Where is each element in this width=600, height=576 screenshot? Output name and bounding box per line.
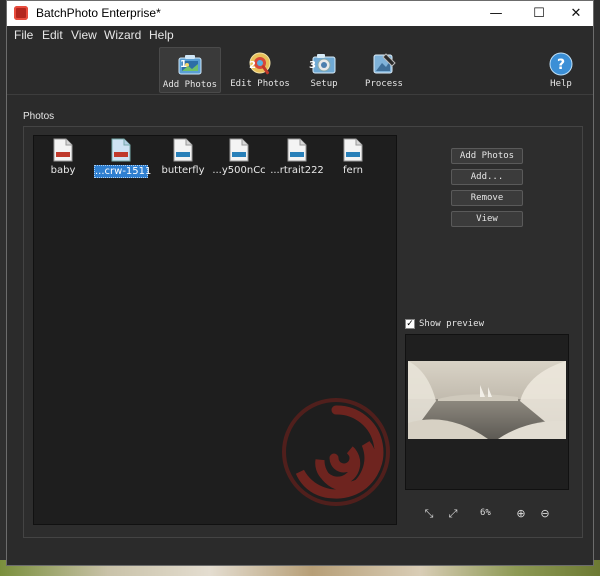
tool-label: Help (550, 79, 572, 89)
help-icon: ? (549, 52, 573, 76)
step-number: 2 (249, 60, 256, 71)
step-number: 3 (309, 60, 316, 71)
preview-zoom-controls: ⤡ ⤢ 6% ⊕ ⊖ (417, 507, 557, 521)
tool-edit-photos[interactable]: 2 Edit Photos (227, 47, 293, 93)
minimize-button[interactable]: — (479, 1, 513, 26)
batchphoto-swirl-logo (282, 398, 390, 506)
menu-bar: File Edit View Wizard Help (7, 26, 593, 45)
close-button[interactable]: ✕ (559, 1, 593, 26)
remove-button[interactable]: Remove (451, 190, 523, 206)
file-name: baby (50, 165, 76, 176)
tool-label: Add Photos (162, 80, 218, 90)
app-logo-icon (14, 6, 28, 20)
tool-setup[interactable]: 3 Setup (299, 47, 349, 93)
list-item[interactable]: baby (34, 138, 92, 184)
list-item[interactable]: ...crw-1511 (92, 138, 152, 184)
tool-label: Edit Photos (230, 79, 290, 89)
menu-view[interactable]: View (71, 28, 97, 42)
file-name: ...crw-1511 (94, 165, 152, 178)
process-icon (373, 53, 396, 74)
zoom-in-icon[interactable]: ⊕ (514, 507, 528, 521)
show-preview-toggle[interactable]: ✓ Show preview (405, 319, 484, 329)
file-name: butterfly (161, 165, 205, 176)
step-number: 1 (180, 59, 187, 70)
photos-section-label: Photos (23, 111, 55, 122)
svg-text:?: ? (557, 57, 565, 73)
tool-process[interactable]: Process (359, 47, 409, 93)
show-preview-checkbox[interactable]: ✓ (405, 319, 415, 329)
zoom-out-icon[interactable]: ⊖ (538, 507, 552, 521)
png-file-icon (287, 138, 307, 162)
list-item[interactable]: ...rtrait222 (268, 138, 326, 184)
file-name: fern (343, 165, 363, 176)
list-item[interactable]: butterfly (154, 138, 212, 184)
png-file-icon (229, 138, 249, 162)
title-bar: BatchPhoto Enterprise* — ☐ ✕ (7, 1, 593, 26)
raw-file-icon (111, 138, 131, 162)
preview-panel (405, 334, 569, 490)
list-item[interactable]: ...y500nCc (210, 138, 268, 184)
raw-file-icon (53, 138, 73, 162)
toolbar: 1 Add Photos 2 Edit Photos 3 Setup Proce… (7, 45, 593, 95)
file-name: ...rtrait222 (270, 165, 324, 176)
tool-label: Process (365, 79, 403, 89)
show-preview-label: Show preview (419, 319, 485, 329)
photo-list[interactable]: baby ...crw-1511 butterfly ...y500nCc ..… (33, 135, 397, 525)
fit-window-icon[interactable]: ⤡ (422, 507, 436, 521)
menu-help[interactable]: Help (149, 28, 174, 42)
file-name: ...y500nCc (212, 165, 266, 176)
menu-edit[interactable]: Edit (42, 28, 63, 42)
app-window: BatchPhoto Enterprise* — ☐ ✕ File Edit V… (6, 0, 594, 566)
actual-size-icon[interactable]: ⤢ (446, 507, 460, 521)
zoom-level: 6% (480, 508, 491, 518)
list-item[interactable]: fern (324, 138, 382, 184)
menu-file[interactable]: File (14, 28, 33, 42)
jpg-file-icon (173, 138, 193, 162)
add-button[interactable]: Add... (451, 169, 523, 185)
jpg-file-icon (343, 138, 363, 162)
window-title: BatchPhoto Enterprise* (36, 6, 161, 20)
preview-image (408, 361, 566, 439)
view-button[interactable]: View (451, 211, 523, 227)
tool-help[interactable]: ? Help (541, 47, 581, 93)
maximize-button[interactable]: ☐ (522, 1, 556, 26)
add-photos-button[interactable]: Add Photos (451, 148, 523, 164)
menu-wizard[interactable]: Wizard (104, 28, 141, 42)
status-bar (7, 549, 593, 565)
tool-label: Setup (310, 79, 338, 89)
tool-add-photos[interactable]: 1 Add Photos (159, 47, 221, 93)
